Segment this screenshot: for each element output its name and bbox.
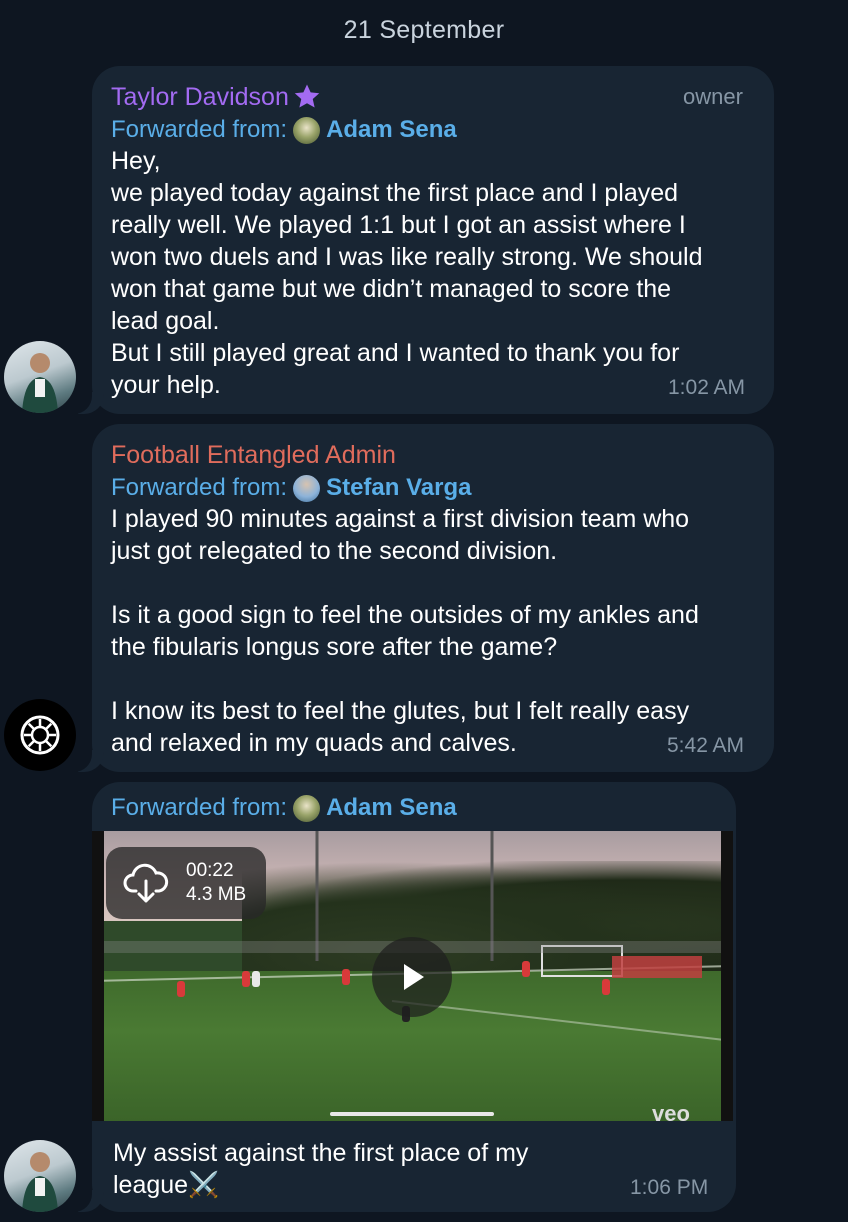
player-figure <box>522 961 530 977</box>
logo-icon <box>20 715 60 755</box>
forwarded-label: Forwarded from: <box>111 794 288 821</box>
message-time: 1:06 PM <box>630 1176 709 1199</box>
forwarded-avatar <box>293 794 321 822</box>
forwarded-name: Stefan Varga <box>326 474 472 501</box>
owner-role-label: owner <box>683 84 743 109</box>
bubble-tail <box>72 750 104 772</box>
message-time: 5:42 AM <box>667 734 745 757</box>
user-avatar[interactable] <box>4 1140 76 1212</box>
message-time: 1:02 AM <box>668 376 746 399</box>
play-icon <box>404 964 424 990</box>
sender-name[interactable]: Taylor Davidson <box>111 82 322 112</box>
person-avatar-icon <box>22 1152 58 1212</box>
video-duration: 00:22 <box>186 860 234 881</box>
forwarded-label: Forwarded from: <box>111 474 288 501</box>
player-figure <box>242 971 250 987</box>
forwarded-name: Adam Sena <box>326 794 457 821</box>
bubble-tail <box>72 392 104 414</box>
forwarded-name: Adam Sena <box>326 116 457 143</box>
message-text: Hey, we played today against the first p… <box>111 147 703 399</box>
player-figure <box>252 971 260 987</box>
video-progress-bar[interactable] <box>330 1112 494 1116</box>
player-figure <box>342 969 350 985</box>
video-watermark: veo <box>652 1101 690 1121</box>
person-avatar-icon <box>22 353 58 413</box>
video-edge-left <box>92 831 104 1121</box>
message-text: I played 90 minutes against a first divi… <box>111 505 699 757</box>
video-edge-right <box>721 831 733 1121</box>
forwarded-avatar <box>293 116 321 144</box>
player-figure <box>602 979 610 995</box>
message-text: My assist against the first place of my … <box>113 1139 529 1199</box>
download-button[interactable] <box>106 847 266 919</box>
star-badge-icon <box>294 84 320 108</box>
sender-name[interactable]: Football Entangled Admin <box>111 441 396 470</box>
forwarded-from[interactable]: Forwarded from: Adam Sena <box>111 116 457 144</box>
forwarded-from[interactable]: Forwarded from: Adam Sena <box>111 794 457 822</box>
user-avatar[interactable] <box>4 341 76 413</box>
date-separator: 21 September <box>343 16 505 44</box>
bubble-tail <box>72 1190 104 1212</box>
forwarded-avatar <box>293 474 321 502</box>
cloud-download-icon <box>123 863 169 903</box>
video-size: 4.3 MB <box>186 884 247 905</box>
forwarded-from[interactable]: Forwarded from: Stefan Varga <box>111 474 471 502</box>
admin-avatar[interactable] <box>4 699 76 771</box>
forwarded-label: Forwarded from: <box>111 116 288 143</box>
player-figure <box>177 981 185 997</box>
play-button[interactable] <box>372 937 452 1017</box>
